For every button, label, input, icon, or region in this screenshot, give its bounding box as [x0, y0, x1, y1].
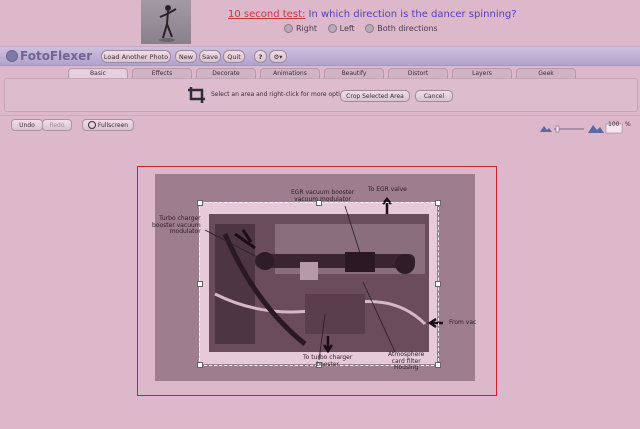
zoom-slider[interactable]: [554, 125, 584, 133]
label-from-vacuum: From vac: [449, 319, 477, 326]
crop-icon: [188, 87, 205, 103]
tab-layers[interactable]: Layers: [452, 68, 512, 78]
dancer-question: 10 second test: In which direction is th…: [228, 9, 517, 20]
radio-icon[interactable]: [327, 24, 337, 33]
crop-handle[interactable]: [197, 200, 203, 206]
option-label: Left: [339, 24, 355, 33]
label-turbo-booster: Turbo charger booster vacuum modulator: [152, 215, 201, 235]
fullscreen-label: Fullscreen: [97, 121, 129, 129]
tab-beautify[interactable]: Beautify: [324, 68, 384, 78]
save-button[interactable]: Save: [199, 50, 221, 63]
zoom-control: 100 %: [540, 119, 636, 134]
app-toolbar: [0, 46, 640, 66]
radio-icon[interactable]: [284, 24, 293, 33]
crop-handle[interactable]: [197, 281, 203, 287]
label-atmosphere: Atmosphere card filter Housing: [388, 351, 425, 371]
tab-bar: Basic Effects Decorate Animations Beauti…: [0, 68, 640, 78]
zoom-in-icon[interactable]: [588, 125, 604, 133]
label-egr-vacuum: EGR vacuum booster vacuum modulator: [291, 189, 355, 203]
fullscreen-icon: [87, 121, 96, 129]
ten-second-test-link[interactable]: 10 second test:: [228, 9, 305, 20]
logo-text: FotoFlexer: [20, 49, 93, 63]
crop-selected-area-button[interactable]: Crop Selected Area: [340, 90, 410, 102]
dancer-image[interactable]: [141, 0, 191, 44]
fotoflexer-logo: FotoFlexer: [6, 49, 92, 63]
fullscreen-button[interactable]: Fullscreen: [82, 119, 134, 131]
option-both[interactable]: Both directions: [365, 24, 438, 33]
zoom-unit: %: [625, 121, 631, 128]
load-another-photo-button[interactable]: Load Another Photo: [101, 50, 171, 63]
option-left[interactable]: Left: [327, 24, 355, 33]
zoom-value[interactable]: 100: [608, 121, 619, 128]
crop-handle[interactable]: [435, 200, 441, 206]
answer-options: Right Left Both directions: [284, 24, 446, 35]
tab-basic[interactable]: Basic: [68, 68, 128, 78]
zoom-out-icon[interactable]: [540, 126, 552, 132]
tab-effects[interactable]: Effects: [132, 68, 192, 78]
option-right[interactable]: Right: [284, 24, 317, 33]
tab-animations[interactable]: Animations: [260, 68, 320, 78]
crop-handle[interactable]: [197, 362, 203, 368]
cancel-button[interactable]: Cancel: [415, 90, 453, 102]
ad-banner: 10 second test: In which direction is th…: [0, 0, 640, 46]
settings-button[interactable]: ⚙▾: [269, 50, 287, 63]
divider: [0, 115, 640, 116]
radio-icon[interactable]: [365, 24, 375, 33]
help-button[interactable]: ?: [254, 50, 267, 63]
label-to-turbo: To turbo charger booster: [303, 354, 353, 368]
logo-icon: [6, 50, 18, 62]
question-text: In which direction is the dancer spinnin…: [308, 9, 517, 20]
crop-selection[interactable]: [199, 202, 439, 366]
crop-handle[interactable]: [435, 362, 441, 368]
label-to-egr: To EGR valve: [368, 186, 407, 193]
quit-button[interactable]: Quit: [223, 50, 245, 63]
tab-distort[interactable]: Distort: [388, 68, 448, 78]
tab-geek[interactable]: Geek: [516, 68, 576, 78]
crop-instruction: Select an area and right-click for more …: [211, 91, 353, 98]
option-label: Right: [296, 24, 318, 33]
undo-button[interactable]: Undo: [11, 119, 43, 131]
option-label: Both directions: [377, 24, 438, 33]
redo-button[interactable]: Redo: [42, 119, 72, 131]
tab-decorate[interactable]: Decorate: [196, 68, 256, 78]
new-button[interactable]: New: [175, 50, 197, 63]
crop-handle[interactable]: [435, 281, 441, 287]
